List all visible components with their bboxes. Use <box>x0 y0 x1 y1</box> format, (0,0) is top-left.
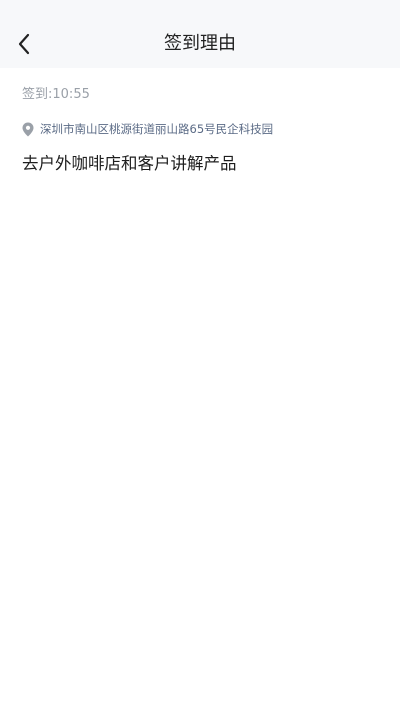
nav-bar: 签到理由 <box>0 0 400 68</box>
checkin-label: 签到: <box>22 87 53 102</box>
location-pin-icon <box>22 121 36 137</box>
checkin-reason: 去户外咖啡店和客户讲解产品 <box>22 154 237 173</box>
location-row: 深圳市南山区桃源街道丽山路65号民企科技园 <box>22 121 273 137</box>
checkin-time-row: 签到:10:55 <box>22 86 90 104</box>
page-title: 签到理由 <box>164 33 236 54</box>
checkin-time: 10:55 <box>52 87 90 102</box>
location-address: 深圳市南山区桃源街道丽山路65号民企科技园 <box>40 122 274 136</box>
